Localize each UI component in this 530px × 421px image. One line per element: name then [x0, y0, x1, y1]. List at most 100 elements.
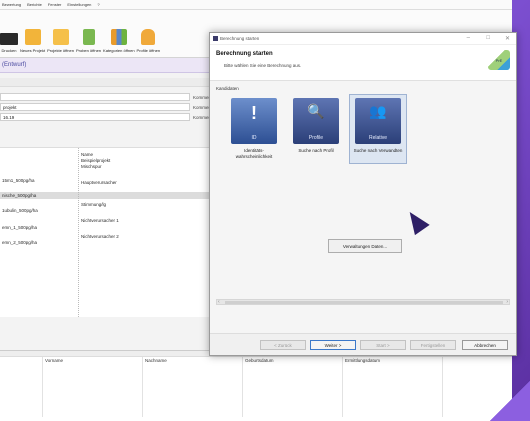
relative-search-icon: 👥 Relative	[355, 98, 401, 144]
section-band	[0, 78, 210, 87]
detail-item: Nichtverursacher 2	[81, 234, 119, 239]
field-row-1: Kommentar	[0, 93, 216, 101]
list-item[interactable]: emn_2_500pg/ha	[2, 240, 37, 245]
persons-table: Vorname Nachname Geburtsdatum Ermittlung…	[0, 350, 512, 421]
logo-text: PrE	[495, 57, 503, 63]
open-folder-icon	[52, 29, 69, 45]
next-button[interactable]: Weiter >	[310, 340, 356, 350]
dialog-titlebar: Berechnung starten – □ ✕	[210, 33, 516, 45]
finish-button[interactable]: Fertigstellen	[410, 340, 456, 350]
sample-box-icon	[82, 29, 95, 45]
detail-item: Mischspur	[81, 164, 102, 169]
list-item[interactable]: 1ubulin_500pg/ha	[2, 208, 38, 213]
column-divider	[442, 357, 443, 417]
close-icon[interactable]: ✕	[505, 35, 510, 42]
menu-item-berichte[interactable]: Berichte	[27, 2, 42, 7]
new-folder-icon	[24, 29, 41, 45]
detail-item: Beispielprojekt	[81, 158, 111, 163]
detail-item: Hauptverursacher	[81, 180, 117, 185]
identity-icon: ! ID	[231, 98, 277, 144]
profile-caption: Profile	[308, 135, 324, 141]
calculation-options: ! ID Identitäts-wahrscheinlichkeit 🔍 Pro…	[225, 94, 407, 164]
option-label: Suche nach Profil	[298, 148, 334, 153]
open-projects-button[interactable]: Projekte öffnen	[47, 13, 74, 53]
column-divider	[142, 357, 143, 417]
column-header-vorname[interactable]: Vorname	[45, 358, 63, 363]
open-samples-label: Proben öffnen	[75, 48, 102, 53]
scroll-left-icon[interactable]: ‹	[218, 299, 220, 305]
product-logo-icon: PrE	[488, 50, 510, 70]
detail-item: Stimmung/lg	[81, 202, 107, 207]
column-header-nachname[interactable]: Nachname	[145, 358, 167, 363]
new-project-label: Neues Projekt	[20, 48, 46, 53]
people-icon	[141, 29, 156, 45]
column-divider	[42, 357, 43, 417]
field-input-2[interactable]: projekt	[0, 103, 190, 111]
manage-data-button[interactable]: Verwaltungen Daten...	[328, 239, 402, 253]
background-decoration	[490, 381, 530, 421]
open-projects-label: Projekte öffnen	[47, 48, 74, 53]
sample-list: 15m1_500pg/ha nische_500pg/ha 1ubulin_50…	[2, 148, 74, 317]
open-categories-label: Kategorien öffnen	[103, 48, 135, 53]
open-profiles-label: Profile öffnen	[136, 48, 161, 53]
option-label: Identitäts-wahrscheinlichkeit	[235, 148, 273, 159]
print-button-label: Drucken	[1, 48, 17, 53]
menu-item-fenster[interactable]: Fenster	[48, 2, 62, 7]
list-item[interactable]: nische_500pg/ha	[2, 193, 36, 198]
detail-item: Nichtverursacher 1	[81, 218, 119, 223]
menu-bar: Bewertung Berichte Fenster Einstellungen…	[0, 0, 512, 10]
horizontal-scrollbar[interactable]: ‹ ›	[216, 299, 510, 305]
document-title: (Entwurf)	[2, 62, 27, 68]
detail-header-name: Name	[81, 152, 94, 157]
profile-search-icon: 🔍 Profile	[293, 98, 339, 144]
identity-glyph: !	[251, 103, 257, 123]
option-relative-search[interactable]: 👥 Relative Suche nach Verwandten	[349, 94, 407, 164]
maximize-icon[interactable]: □	[486, 35, 490, 41]
column-header-ermittlungsdatum[interactable]: Ermittlungsdatum	[345, 358, 380, 363]
option-identity-probability[interactable]: ! ID Identitäts-wahrscheinlichkeit	[225, 94, 283, 164]
column-divider	[242, 357, 243, 417]
profile-glyph: 🔍	[307, 103, 325, 119]
dialog-footer: < Zurück Weiter > Start > Fertigstellen …	[210, 333, 516, 355]
option-profile-search[interactable]: 🔍 Profile Suche nach Profil	[287, 94, 345, 164]
mouse-cursor-icon	[402, 206, 430, 236]
print-button[interactable]: Drucken	[0, 13, 18, 53]
dialog-window-title: Berechnung starten	[220, 36, 260, 41]
list-item[interactable]: emn_1_500pg/ha	[2, 225, 37, 230]
scroll-right-icon[interactable]: ›	[506, 299, 508, 305]
field-row-2: projekt Kommentar	[0, 103, 216, 111]
column-divider	[342, 357, 343, 417]
minimize-icon[interactable]: –	[467, 35, 470, 41]
open-samples-button[interactable]: Proben öffnen	[76, 13, 101, 53]
field-input-3[interactable]: 16.19	[0, 113, 190, 121]
open-profiles-button[interactable]: Profile öffnen	[136, 13, 161, 53]
dialog-body: Kandidaten ! ID Identitäts-wahrscheinlic…	[210, 81, 516, 334]
start-calculation-dialog: Berechnung starten – □ ✕ Berechnung star…	[209, 32, 517, 356]
relative-glyph: 👥	[369, 103, 387, 119]
sample-details: Name Beispielprojekt Mischspur Hauptveru…	[78, 148, 210, 317]
back-button[interactable]: < Zurück	[260, 340, 306, 350]
scrollbar-thumb[interactable]	[225, 301, 503, 304]
column-header-geburtsdatum[interactable]: Geburtsdatum	[245, 358, 274, 363]
option-label: Suche nach Verwandten	[353, 148, 403, 153]
menu-item-bewertung[interactable]: Bewertung	[2, 2, 21, 7]
sample-tree: 15m1_500pg/ha nische_500pg/ha 1ubulin_50…	[0, 147, 210, 317]
dialog-header: Berechnung starten Bitte wählen Sie eine…	[210, 45, 516, 81]
menu-item-help[interactable]: ?	[97, 2, 99, 7]
dialog-subtitle: Bitte wählen Sie eine Berechnung aus.	[224, 63, 302, 68]
field-row-3: 16.19 Kommentar	[0, 113, 216, 121]
dialog-heading: Berechnung starten	[216, 51, 273, 57]
group-label-kandidaten: Kandidaten	[216, 86, 239, 91]
app-icon	[213, 36, 218, 41]
relative-caption: Relative	[368, 135, 388, 141]
open-categories-button[interactable]: Kategorien öffnen	[103, 13, 135, 53]
identity-caption: ID	[251, 135, 257, 141]
field-input-1[interactable]	[0, 93, 190, 101]
cancel-button[interactable]: Abbrechen	[462, 340, 508, 350]
new-project-button[interactable]: Neues Projekt	[20, 13, 45, 53]
categories-icon	[110, 29, 127, 45]
menu-item-einstellungen[interactable]: Einstellungen	[67, 2, 91, 7]
start-button[interactable]: Start >	[360, 340, 406, 350]
printer-icon	[0, 33, 18, 45]
list-item[interactable]: 15m1_500pg/ha	[2, 178, 35, 183]
